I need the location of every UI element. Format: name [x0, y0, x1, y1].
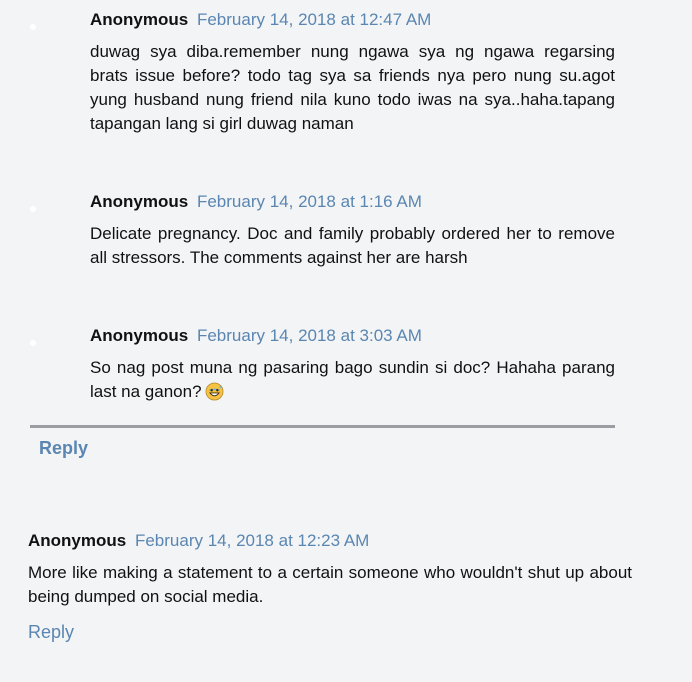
avatar — [30, 24, 36, 30]
comment-header: Anonymous February 14, 2018 at 1:16 AM — [90, 191, 615, 213]
comment-header: Anonymous February 14, 2018 at 12:23 AM — [28, 530, 632, 552]
comment-body: More like making a statement to a certai… — [28, 563, 632, 606]
reply-comment: Anonymous February 14, 2018 at 1:16 AM D… — [90, 191, 615, 270]
comment-body: Delicate pregnancy. Doc and family proba… — [90, 224, 615, 267]
comment-header: Anonymous February 14, 2018 at 3:03 AM — [90, 325, 615, 347]
comment-body-text: So nag post muna ng pasaring bago sundin… — [90, 358, 615, 401]
avatar — [30, 340, 36, 346]
comment-author: Anonymous — [90, 326, 189, 345]
comment-timestamp-link[interactable]: February 14, 2018 at 12:47 AM — [197, 10, 431, 29]
reply-comment: Anonymous February 14, 2018 at 12:47 AM … — [90, 9, 615, 136]
comment-author: Anonymous — [90, 192, 189, 211]
comment-timestamp-link[interactable]: February 14, 2018 at 12:23 AM — [135, 531, 369, 550]
comment-header: Anonymous February 14, 2018 at 12:47 AM — [90, 9, 615, 31]
thread-reply-link[interactable]: Reply — [39, 438, 88, 459]
comment-body: So nag post muna ng pasaring bago sundin… — [90, 356, 615, 404]
top-comment: Anonymous February 14, 2018 at 12:23 AM … — [28, 530, 632, 609]
comment-timestamp-link[interactable]: February 14, 2018 at 3:03 AM — [197, 326, 422, 345]
comment-body: duwag sya diba.remember nung ngawa sya n… — [90, 42, 615, 133]
thread-divider — [30, 425, 615, 428]
comment-author: Anonymous — [28, 531, 127, 550]
reply-link[interactable]: Reply — [28, 622, 74, 643]
avatar — [30, 206, 36, 212]
comment-author: Anonymous — [90, 10, 189, 29]
reply-comment: Anonymous February 14, 2018 at 3:03 AM S… — [90, 325, 615, 404]
comment-timestamp-link[interactable]: February 14, 2018 at 1:16 AM — [197, 192, 422, 211]
grinning-sweat-emoji-icon — [205, 382, 223, 401]
